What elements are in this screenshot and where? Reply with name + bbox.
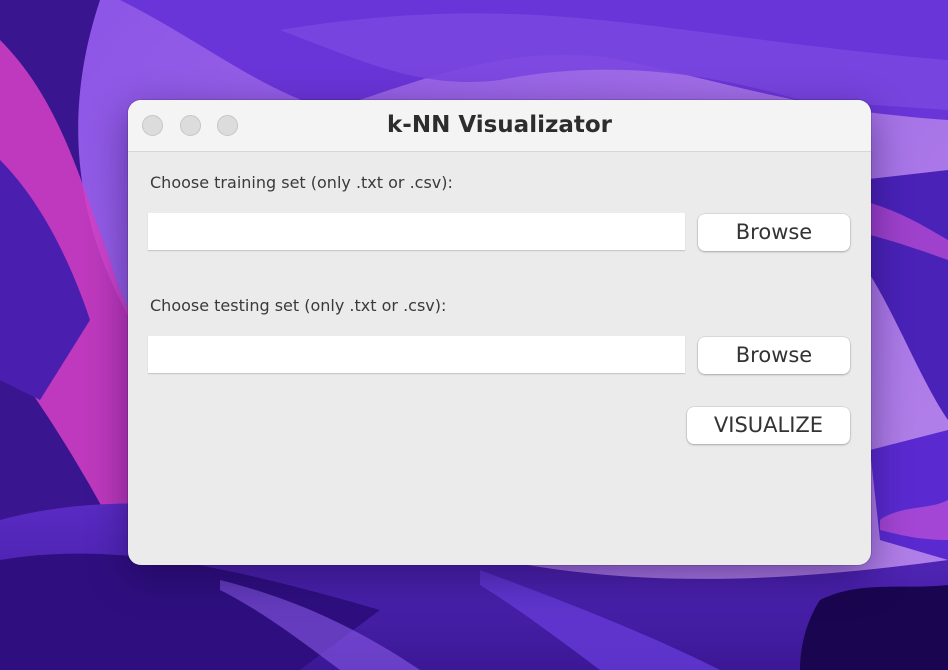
training-set-label: Choose training set (only .txt or .csv): [150, 173, 453, 192]
training-set-path-field[interactable] [148, 213, 685, 250]
desktop: k-NN Visualizator Choose training set (o… [0, 0, 948, 670]
browse-training-button[interactable]: Browse [698, 214, 850, 251]
browse-testing-button[interactable]: Browse [698, 337, 850, 374]
app-window: k-NN Visualizator Choose training set (o… [128, 100, 871, 565]
title-bar[interactable]: k-NN Visualizator [128, 100, 871, 152]
testing-set-label: Choose testing set (only .txt or .csv): [150, 296, 447, 315]
visualize-button[interactable]: VISUALIZE [687, 407, 850, 444]
window-title: k-NN Visualizator [386, 112, 613, 138]
testing-set-path-field[interactable] [148, 336, 685, 373]
